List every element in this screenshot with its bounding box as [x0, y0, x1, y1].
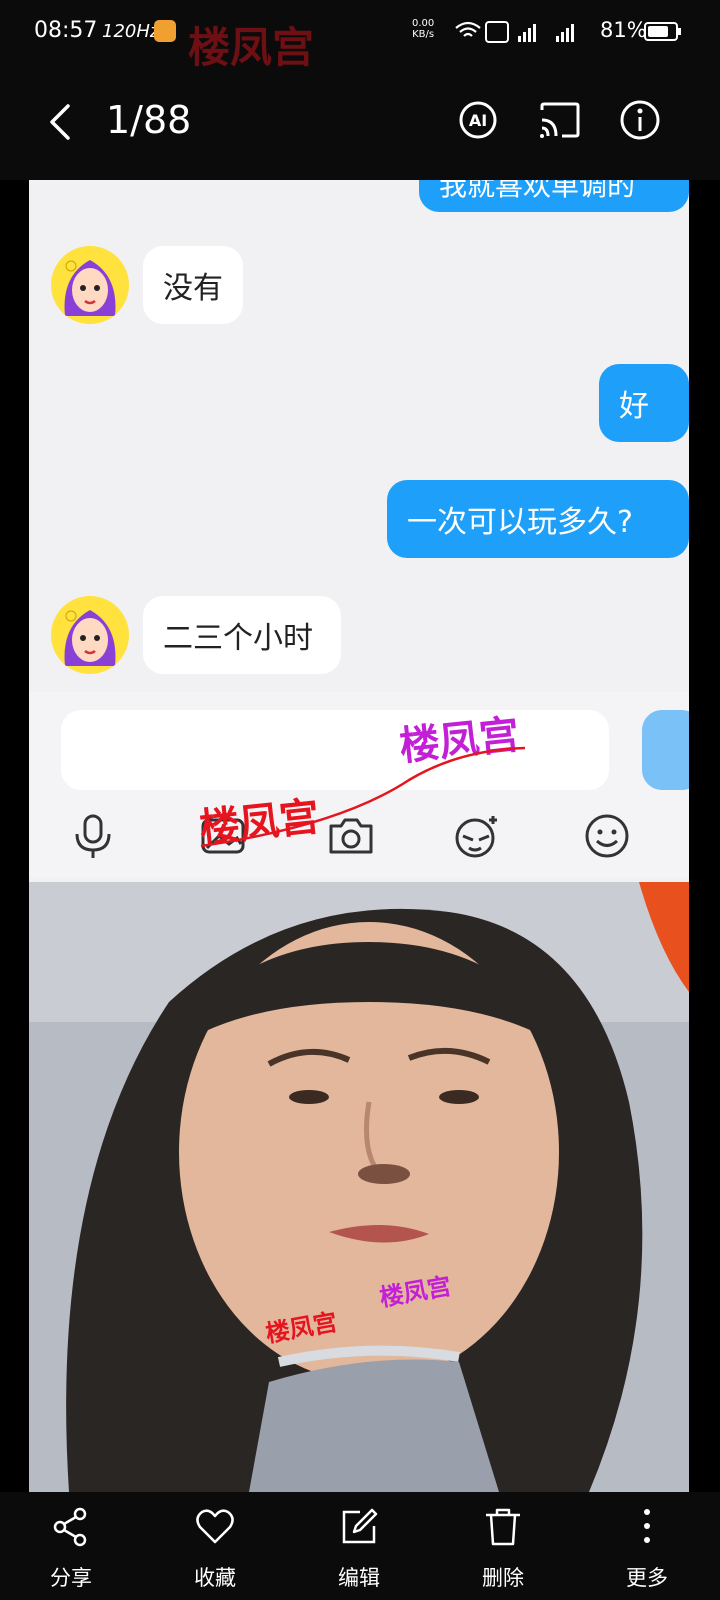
bottom-action-bar: 分享 收藏 编辑 删除 更多: [0, 1492, 720, 1600]
status-bar: 08:57 120Hz 0.00 KB/s 81%: [0, 0, 720, 64]
delete-button[interactable]: 删除: [448, 1506, 558, 1596]
trash-icon: [486, 1508, 520, 1546]
message-bubble: 好: [599, 364, 689, 442]
speed-unit: KB/s: [412, 29, 435, 40]
delete-label: 删除: [482, 1566, 524, 1590]
status-time: 08:57: [34, 18, 98, 43]
edit-button[interactable]: 编辑: [304, 1506, 414, 1596]
partial-message: 我就喜欢单调的: [419, 180, 689, 212]
more-icon: [644, 1509, 650, 1543]
send-button[interactable]: [642, 710, 689, 790]
emoji-icon[interactable]: [581, 810, 633, 862]
battery-icon: [644, 22, 681, 41]
more-button[interactable]: 更多: [592, 1506, 702, 1596]
battery-percent: 81%: [600, 18, 647, 42]
cast-icon[interactable]: [536, 96, 584, 144]
watermark-line: [200, 746, 526, 848]
microphone-icon[interactable]: [67, 810, 119, 862]
edit-icon: [342, 1508, 378, 1544]
svg-text:AI: AI: [469, 111, 487, 130]
network-speed: 0.00 KB/s: [412, 18, 434, 40]
favorite-button[interactable]: 收藏: [160, 1506, 270, 1596]
edit-label: 编辑: [338, 1566, 380, 1590]
message-bubble: 没有: [143, 246, 243, 324]
info-icon[interactable]: [616, 96, 664, 144]
viewer-header: 1/88 AI: [0, 64, 720, 180]
avatar: [51, 246, 129, 324]
image-viewer-content[interactable]: 我就喜欢单调的 没有 好 一次可以玩多久? 二三个小时 楼凤宫 楼凤宫 楼凤宫 …: [29, 180, 689, 1492]
watermark: 楼凤宫: [188, 23, 315, 72]
more-label: 更多: [626, 1566, 668, 1590]
avatar: [51, 596, 129, 674]
favorite-label: 收藏: [194, 1566, 236, 1590]
ai-icon[interactable]: AI: [454, 96, 502, 144]
image-counter: 1/88: [106, 98, 192, 142]
message-bubble: 二三个小时: [143, 596, 341, 674]
share-label: 分享: [50, 1566, 92, 1590]
share-icon: [53, 1507, 87, 1547]
heart-icon: [196, 1509, 234, 1544]
app-notification-icon: [154, 20, 176, 42]
message-bubble: 一次可以玩多久?: [387, 480, 689, 558]
photo: 楼凤宫 楼凤宫: [29, 882, 689, 1492]
refresh-rate: 120Hz: [102, 21, 160, 42]
photo-illustration: [29, 882, 689, 1492]
signal-icons: [455, 21, 574, 43]
back-icon[interactable]: [40, 100, 80, 144]
share-button[interactable]: 分享: [16, 1506, 126, 1596]
speed-value: 0.00: [412, 18, 435, 29]
